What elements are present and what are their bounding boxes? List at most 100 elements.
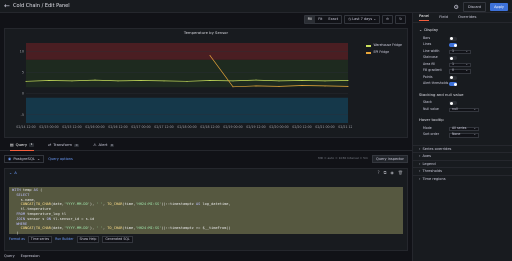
collapsed-section[interactable]: › Thresholds bbox=[413, 167, 512, 175]
code-token: TO_CHAR bbox=[35, 202, 51, 207]
zoom-out-icon: ⊖ bbox=[386, 17, 390, 22]
section-header[interactable]: Hover tooltip bbox=[419, 118, 506, 123]
legend-item[interactable]: Warehouse Fridge bbox=[366, 43, 402, 48]
option-toggle[interactable] bbox=[449, 43, 457, 48]
add-query-button[interactable]: Query bbox=[4, 254, 15, 258]
data-point bbox=[71, 80, 73, 82]
code-token: ) bbox=[12, 231, 19, 236]
code-token: tl.sensor_id = s.id bbox=[53, 216, 95, 221]
run-builder-button[interactable]: Run Builder bbox=[55, 237, 73, 242]
data-point bbox=[163, 80, 165, 82]
bottom-tabs: Query Expression bbox=[4, 254, 40, 258]
collapsed-section[interactable]: › Legend bbox=[413, 159, 512, 168]
data-point bbox=[186, 80, 188, 82]
eye-icon[interactable]: ◉ bbox=[390, 170, 394, 176]
add-expression-button[interactable]: Expression bbox=[21, 254, 40, 258]
option-value: 1 bbox=[452, 48, 455, 53]
refresh-icon: ↻ bbox=[399, 17, 402, 22]
code-token: JOIN bbox=[12, 216, 28, 221]
trash-icon[interactable]: 🗑 bbox=[398, 170, 403, 176]
option-toggle[interactable] bbox=[449, 101, 457, 106]
tab-panel[interactable]: Panel bbox=[419, 14, 430, 21]
threshold-band-ok bbox=[26, 59, 348, 88]
code-token: 'HH24:MI:SS' bbox=[135, 202, 162, 207]
duplicate-icon[interactable]: ⧉ bbox=[384, 170, 387, 176]
section-header[interactable]: ⌄ Display bbox=[419, 27, 506, 33]
sql-editor[interactable]: WITH temp AS ( SELECT s.name, CONCAT(TO_… bbox=[9, 187, 403, 236]
data-point bbox=[255, 85, 257, 87]
option-select[interactable]: 0 ⌄ bbox=[449, 69, 471, 74]
y-tick-label: -5 bbox=[21, 113, 24, 117]
data-point bbox=[232, 80, 234, 82]
option-select[interactable]: null ⌄ bbox=[449, 107, 479, 113]
chevron-right-icon: › bbox=[419, 161, 421, 166]
legend-item[interactable]: EPI Fridge bbox=[366, 50, 402, 55]
x-tick-label: 02/21 00:00 bbox=[315, 125, 334, 129]
code-token: ))::timestamptz >= $__timeFrom() bbox=[161, 226, 231, 231]
format-select[interactable]: Time series bbox=[27, 236, 53, 243]
x-tick-label: 02/20 00:00 bbox=[269, 125, 288, 129]
zoom-out-button[interactable]: ⊖ bbox=[382, 15, 394, 24]
code-token: ( bbox=[37, 188, 43, 192]
back-arrow-icon[interactable]: ← bbox=[4, 2, 10, 10]
chevron-down-icon: ⌄ bbox=[37, 155, 41, 161]
discard-button[interactable]: Discard bbox=[462, 2, 487, 13]
section-header[interactable]: Stacking and null value bbox=[419, 92, 506, 98]
mode-fit-button[interactable]: Fit bbox=[315, 16, 325, 22]
option-select[interactable]: All series ⌄ bbox=[449, 126, 479, 132]
query-row-header[interactable]: ⌄ A ? ⧉ ◉ 🗑 bbox=[5, 169, 407, 177]
help-icon[interactable]: ? bbox=[377, 170, 379, 176]
option-toggle[interactable] bbox=[449, 75, 457, 80]
time-range-picker[interactable]: ◷ Last 7 days ⌄ bbox=[344, 15, 381, 24]
bell-icon: ⚠ bbox=[93, 142, 97, 148]
tab-overrides[interactable]: Overrides bbox=[458, 15, 476, 20]
stacking-section: Stacking and null value Stack Null value n… bbox=[413, 92, 512, 114]
option-value: 1 bbox=[452, 61, 455, 66]
chevron-right-icon: › bbox=[419, 146, 421, 151]
datasource-row: ◉ PostgreSQL ⌄ Query options MD = auto =… bbox=[4, 154, 408, 164]
code-token: WITH bbox=[12, 188, 23, 192]
option-toggle[interactable] bbox=[449, 56, 457, 61]
option-toggle[interactable] bbox=[449, 36, 457, 41]
collapsed-section[interactable]: › Axes bbox=[413, 152, 512, 160]
mode-exact-button[interactable]: Exact bbox=[325, 16, 341, 22]
x-tick-label: 02/18 12:00 bbox=[200, 125, 219, 129]
code-token: temp bbox=[22, 188, 34, 192]
show-help-button[interactable]: Show Help bbox=[76, 236, 100, 243]
datasource-picker[interactable]: ◉ PostgreSQL ⌄ bbox=[4, 154, 45, 164]
collapsed-sections: › Series overrides › Axes › Legend › Thresholds… bbox=[413, 144, 512, 183]
option-select[interactable]: 1 ⌄ bbox=[449, 48, 471, 55]
code-token: SELECT bbox=[12, 192, 30, 197]
code-token: s.name, bbox=[12, 197, 36, 202]
view-mode-group: Fill Fit Exact bbox=[303, 15, 343, 24]
data-point bbox=[301, 85, 303, 87]
option-toggle[interactable] bbox=[449, 82, 457, 87]
code-token: 'YYYY-MM-DD' bbox=[63, 226, 90, 231]
code-token: (date, bbox=[50, 202, 64, 207]
display-section: ⌄ Display Bars Lines Line width 1 ⌄ Staircase A… bbox=[413, 27, 512, 88]
query-options-link[interactable]: Query options bbox=[48, 157, 73, 161]
tab-label: Query bbox=[15, 141, 28, 147]
tab-label: Alert bbox=[98, 142, 108, 148]
refresh-button[interactable]: ↻ bbox=[395, 15, 406, 24]
panel-toolbar: Fill Fit Exact ◷ Last 7 days ⌄ ⊖ ↻ bbox=[0, 13, 412, 26]
gear-icon[interactable]: ⚙ bbox=[454, 4, 459, 11]
option-row: Null value null ⌄ bbox=[419, 107, 506, 114]
y-tick-label: 5 bbox=[22, 71, 24, 75]
query-inspector-button[interactable]: Query inspector bbox=[371, 154, 408, 164]
collapsed-section[interactable]: › Series overrides bbox=[413, 144, 512, 153]
tab-query[interactable]: ▤ Query 1 bbox=[10, 141, 35, 151]
option-select[interactable]: None ⌄ bbox=[449, 133, 479, 138]
apply-button[interactable]: Apply bbox=[490, 3, 508, 12]
mode-fill-button[interactable]: Fill bbox=[304, 16, 316, 23]
option-select[interactable]: 1 ⌄ bbox=[449, 61, 471, 68]
x-tick-label: 02/17 12:00 bbox=[154, 125, 173, 129]
chevron-down-icon: ⌄ bbox=[465, 48, 468, 53]
legend-swatch bbox=[366, 44, 372, 47]
collapsed-section[interactable]: › Time regions bbox=[413, 174, 512, 183]
tab-field[interactable]: Field bbox=[439, 15, 448, 20]
generated-sql-button[interactable]: Generated SQL bbox=[102, 236, 133, 243]
tab-alert[interactable]: ⚠ Alert 0 bbox=[93, 141, 115, 151]
tab-transform[interactable]: ⇄ Transform 0 bbox=[48, 141, 80, 151]
temperature-chart[interactable]: 10 5 0 -5 02/14 12:00 02/15 00:00 02/15 12:00 0… bbox=[12, 35, 352, 135]
